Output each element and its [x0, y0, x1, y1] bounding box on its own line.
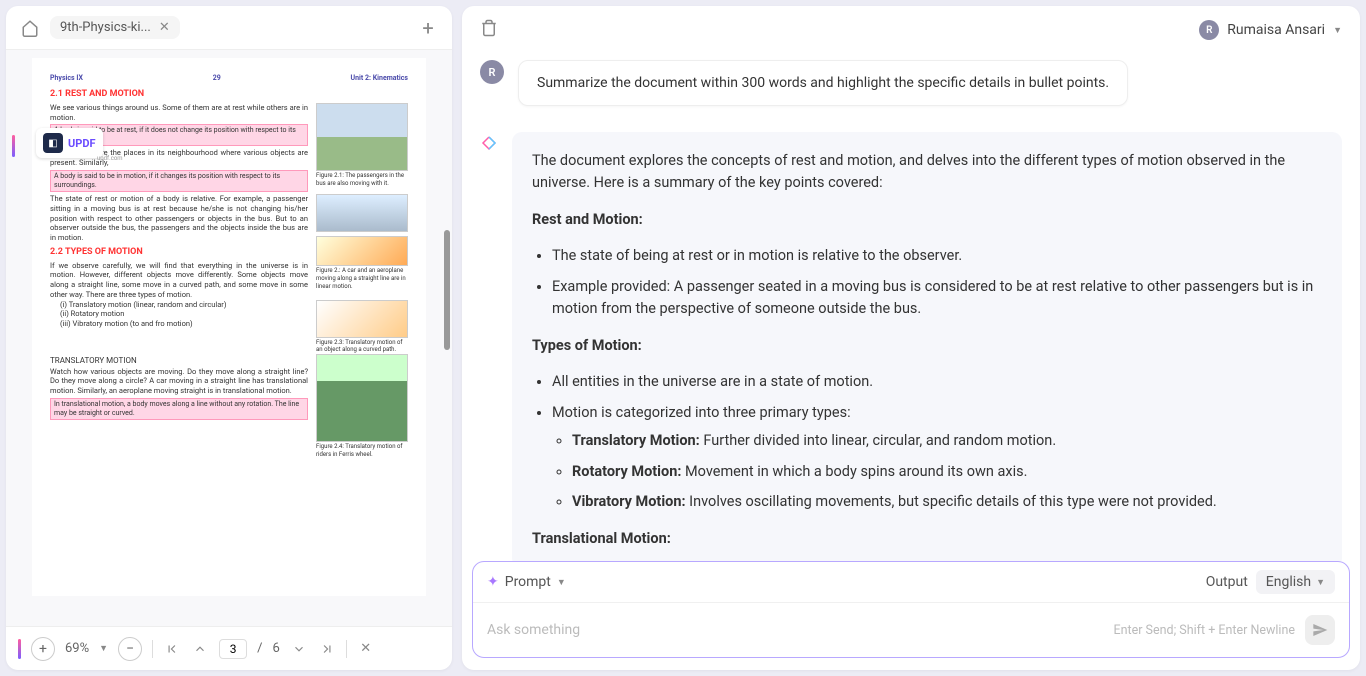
home-icon[interactable]: [16, 14, 44, 42]
user-bubble: Summarize the document within 300 words …: [518, 60, 1128, 106]
figure-caption: Figure 2.4: Translatory motion of riders…: [316, 443, 408, 459]
add-tab-button[interactable]: +: [414, 14, 442, 42]
ai-heading: Rest and Motion:: [532, 211, 643, 228]
ai-bullet: The state of being at rest or in motion …: [552, 245, 1322, 267]
updf-logo: ◧ UPDF updf.com: [36, 128, 103, 158]
first-page-icon[interactable]: [163, 640, 181, 658]
input-zone: ✦ Prompt ▼ Output English ▼ Enter Send; …: [462, 561, 1360, 670]
logo-subtext: updf.com: [97, 155, 123, 162]
bottom-toolbar: + 69% ▼ − / 6 ✕: [6, 626, 452, 670]
highlight-box: A body is said to be in motion, if it ch…: [50, 170, 308, 192]
ai-sub-bullet: Vibratory Motion: Involves oscillating m…: [572, 491, 1322, 513]
accent-bar: [12, 135, 15, 157]
doc-header-right: Unit 2: Kinematics: [350, 74, 408, 83]
doc-para: Watch how various objects are moving. Do…: [50, 367, 308, 396]
chat-area[interactable]: R Summarize the document within 300 word…: [462, 54, 1360, 561]
sparkle-icon: ✦: [487, 574, 499, 590]
document-tab[interactable]: 9th-Physics-ki... ✕: [50, 16, 180, 39]
ai-sub-bullet: Translatory Motion: Further divided into…: [572, 430, 1322, 452]
zoom-out-button[interactable]: −: [118, 637, 142, 661]
figure-plane: [316, 236, 408, 266]
list-item: (iii) Vibratory motion (to and fro motio…: [50, 319, 308, 329]
tab-title: 9th-Physics-ki...: [60, 20, 151, 35]
accent-bar: [18, 639, 21, 659]
ai-bullet: Motion is categorized into three primary…: [552, 402, 1322, 514]
trash-icon[interactable]: [480, 19, 498, 41]
document-viewer[interactable]: ◧ UPDF updf.com Physics IX 29 Unit 2: Ki…: [6, 50, 452, 626]
user-message: R Summarize the document within 300 word…: [480, 60, 1342, 106]
chevron-down-icon: ▼: [557, 577, 566, 588]
tab-bar: 9th-Physics-ki... ✕ +: [6, 6, 452, 50]
doc-para: If we observe carefully, we will find th…: [50, 261, 308, 300]
input-box: ✦ Prompt ▼ Output English ▼ Enter Send; …: [472, 561, 1350, 658]
list-item: (i) Translatory motion (linear, random a…: [50, 300, 308, 310]
next-page-icon[interactable]: [290, 640, 308, 658]
close-icon[interactable]: ✕: [357, 640, 375, 658]
zoom-level: 69%: [65, 641, 89, 656]
page-sep: /: [257, 641, 262, 656]
separator: [346, 640, 347, 658]
logo-icon: ◧: [43, 133, 63, 153]
section-title: 2.2 TYPES OF MOTION: [50, 247, 308, 259]
chat-header: R Rumaisa Ansari ▼: [462, 6, 1360, 54]
send-button[interactable]: [1305, 615, 1335, 645]
doc-header-left: Physics IX: [50, 74, 83, 83]
figure-caption: Figure 2.3: Translatory motion of an obj…: [316, 339, 408, 355]
figure-caption: Figure 2.1: The passengers in the bus ar…: [316, 172, 408, 188]
figure-bus: [316, 103, 408, 171]
page-input[interactable]: [219, 639, 247, 659]
section-title: 2.1 REST AND MOTION: [50, 89, 408, 101]
chat-input[interactable]: [487, 622, 1114, 638]
user-menu[interactable]: R Rumaisa Ansari ▼: [1199, 20, 1342, 40]
language-value: English: [1266, 574, 1311, 590]
input-row: Enter Send; Shift + Enter Newline: [473, 603, 1349, 657]
prev-page-icon[interactable]: [191, 640, 209, 658]
ai-heading: Types of Motion:: [532, 337, 642, 354]
prompt-label: Prompt: [505, 574, 551, 590]
doc-para: The state of rest or motion of a body is…: [50, 194, 308, 243]
figure-curve: [316, 300, 408, 338]
chat-panel: R Rumaisa Ansari ▼ R Summarize the docum…: [462, 6, 1360, 670]
ai-message: The document explores the concepts of re…: [480, 132, 1342, 561]
ai-bullet: Example provided: A passenger seated in …: [552, 276, 1322, 321]
highlight-box: In translational motion, a body moves al…: [50, 398, 308, 420]
avatar: R: [480, 60, 504, 84]
scrollbar[interactable]: [444, 230, 450, 350]
ai-intro: The document explores the concepts of re…: [532, 150, 1322, 195]
figure-caption: Figure 2.: A car and an aeroplane moving…: [316, 267, 408, 290]
ai-heading: Translational Motion:: [532, 530, 671, 547]
ai-icon: [480, 134, 498, 152]
chevron-down-icon: ▼: [1316, 577, 1325, 588]
prompt-dropdown[interactable]: ✦ Prompt ▼: [487, 574, 566, 590]
document-panel: 9th-Physics-ki... ✕ + ◧ UPDF updf.com Ph…: [6, 6, 452, 670]
input-hint: Enter Send; Shift + Enter Newline: [1114, 623, 1296, 638]
ai-sub-bullet: Rotatory Motion: Movement in which a bod…: [572, 461, 1322, 483]
input-controls: ✦ Prompt ▼ Output English ▼: [473, 562, 1349, 603]
ai-bubble: The document explores the concepts of re…: [512, 132, 1342, 561]
chevron-down-icon[interactable]: ▼: [99, 643, 108, 654]
page-total: 6: [272, 641, 279, 656]
ai-bullet: All entities in the universe are in a st…: [552, 371, 1322, 393]
output-label: Output: [1206, 574, 1248, 590]
close-icon[interactable]: ✕: [159, 20, 170, 35]
user-name: Rumaisa Ansari: [1227, 22, 1325, 38]
avatar: R: [1199, 20, 1219, 40]
zoom-in-button[interactable]: +: [31, 637, 55, 661]
list-item: (ii) Rotatory motion: [50, 309, 308, 319]
doc-para: We see various things around us. Some of…: [50, 103, 308, 123]
figure-car: [316, 194, 408, 232]
logo-text: UPDF: [68, 137, 96, 150]
doc-header-page: 29: [213, 74, 221, 83]
last-page-icon[interactable]: [318, 640, 336, 658]
language-dropdown[interactable]: English ▼: [1256, 570, 1335, 594]
separator: [152, 640, 153, 658]
figure-ferris: [316, 354, 408, 442]
subsection-title: TRANSLATORY MOTION: [50, 356, 308, 366]
chevron-down-icon: ▼: [1333, 25, 1342, 36]
